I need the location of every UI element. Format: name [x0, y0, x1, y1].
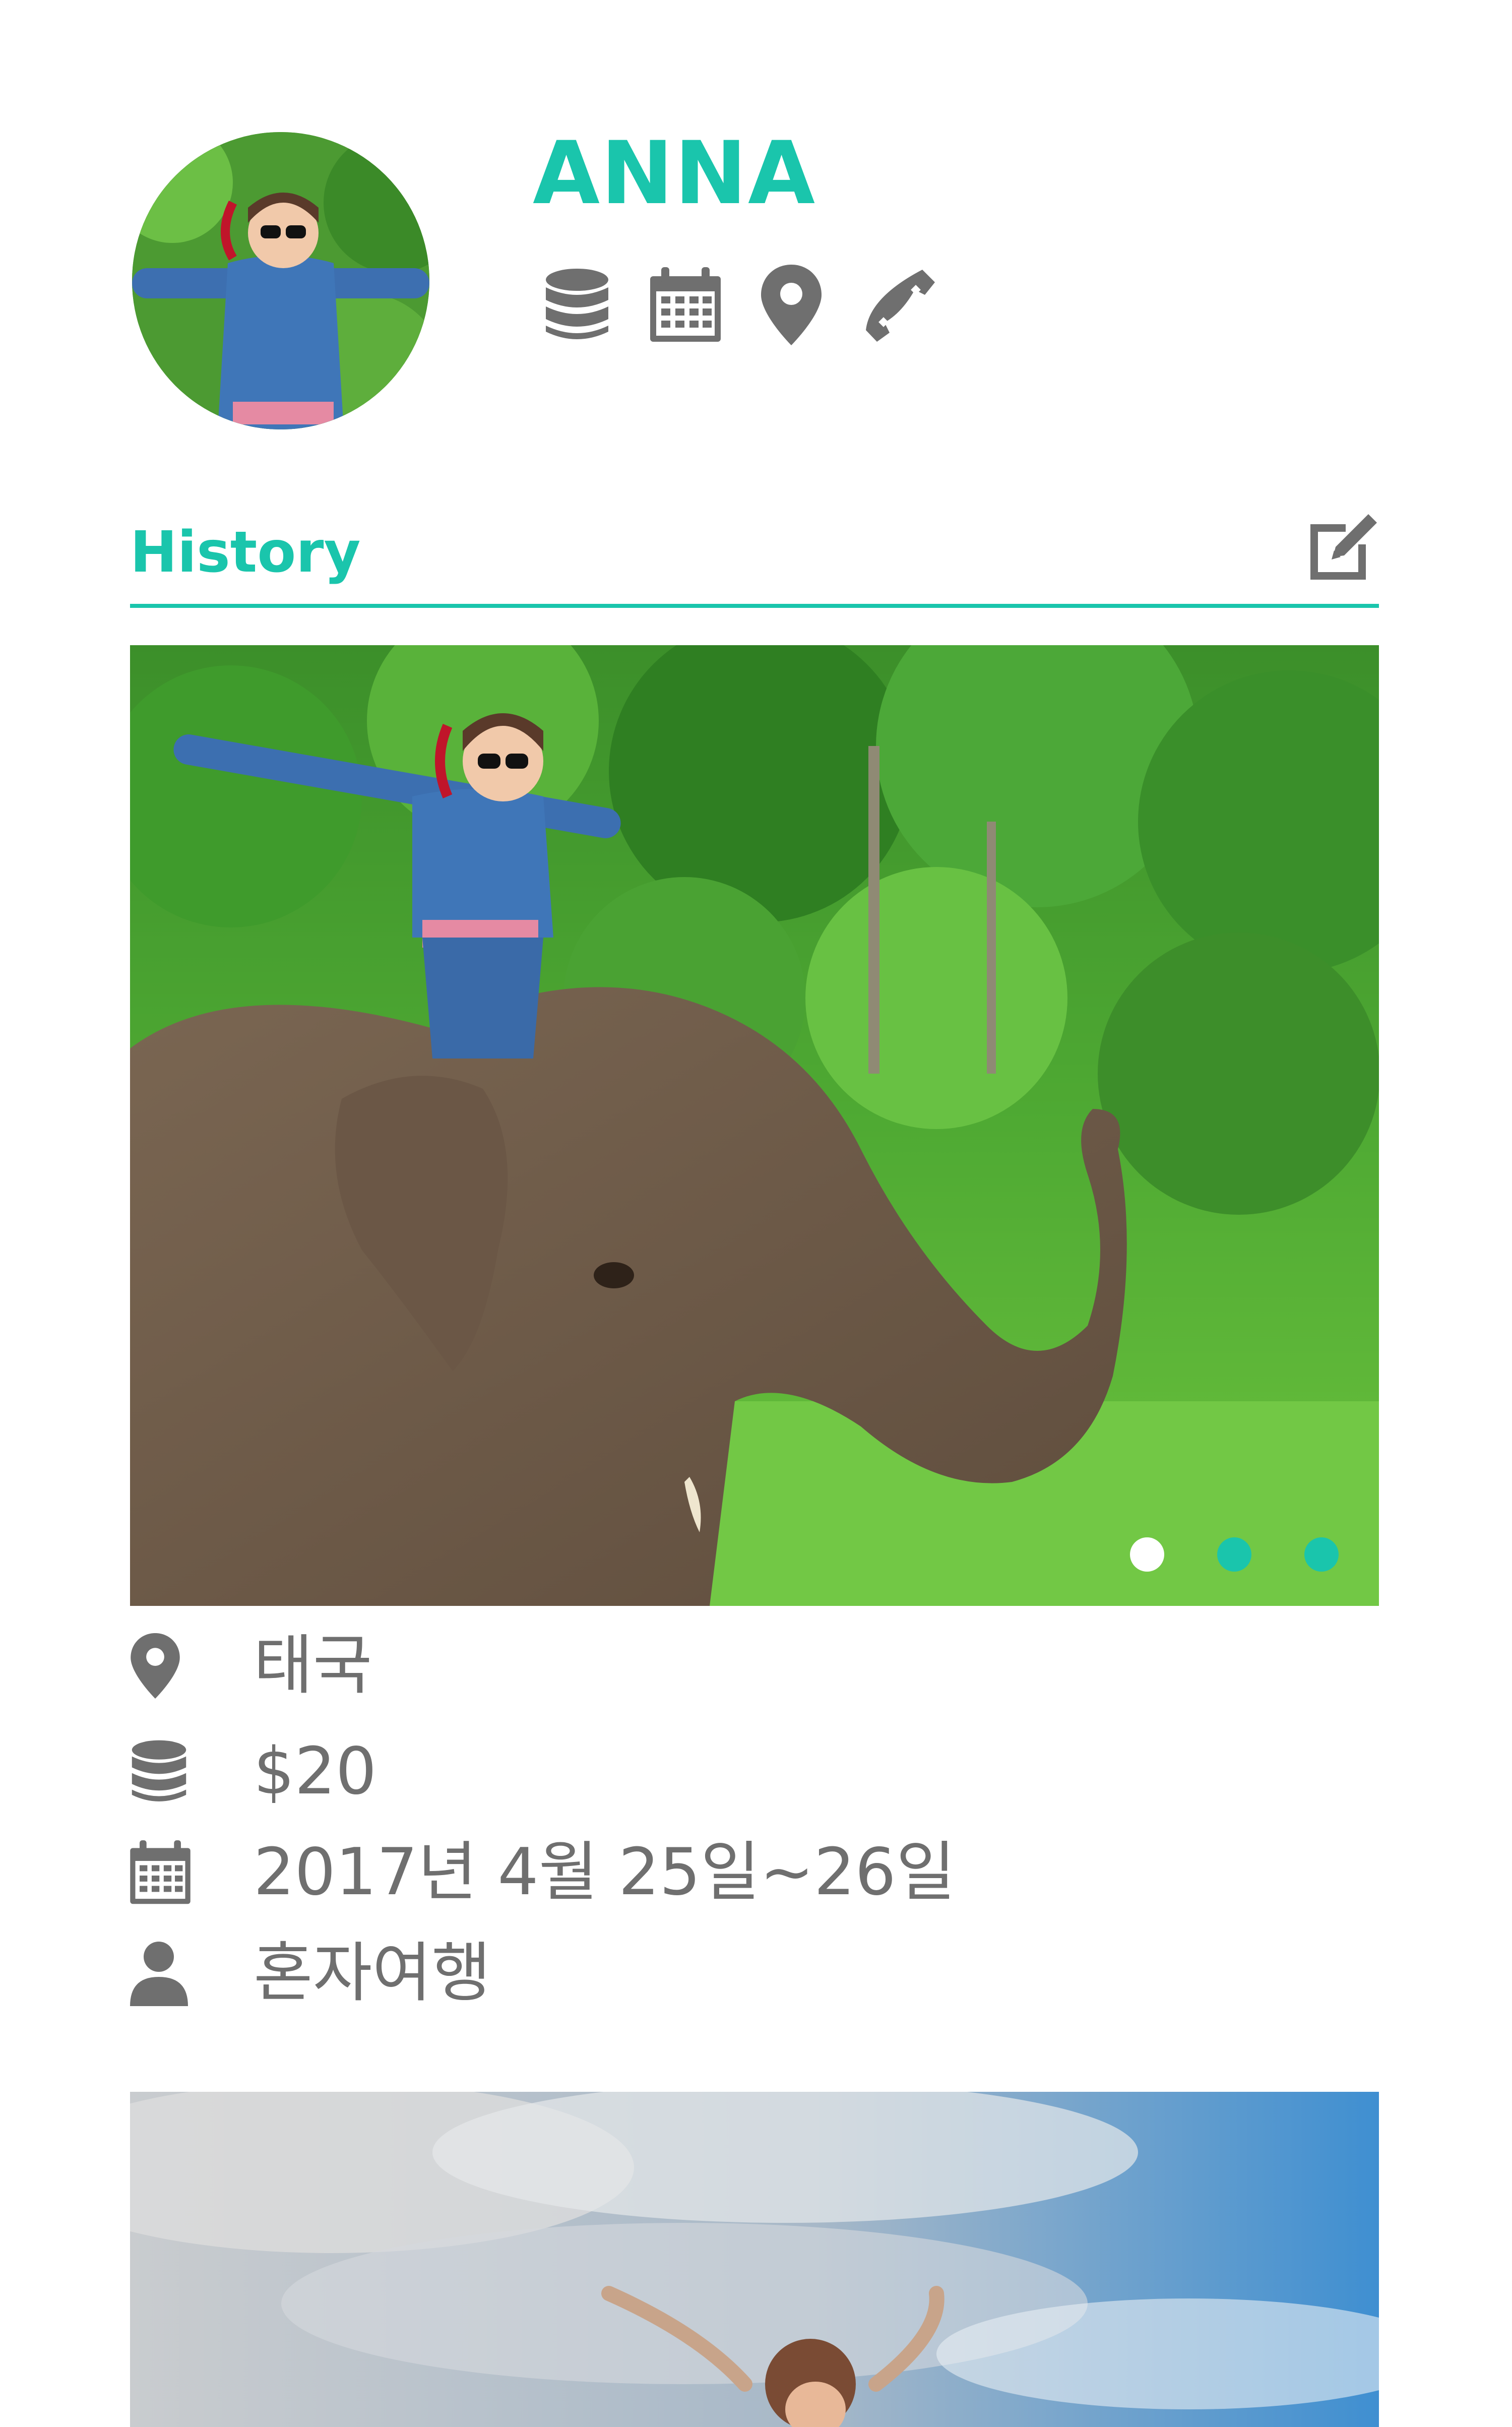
edit-icon: [1310, 514, 1377, 580]
elephant-ride-photo: [130, 645, 1379, 1606]
carousel-dot-2[interactable]: [1217, 1537, 1251, 1572]
history-photo-elephant[interactable]: [130, 645, 1379, 1606]
avatar-photo: [132, 132, 429, 429]
location-pin-icon: [130, 1633, 201, 1699]
person-icon: [130, 1941, 201, 2006]
history-divider: [130, 604, 1379, 608]
edit-button[interactable]: [1305, 509, 1381, 585]
detail-companions-text: 혼자여행: [254, 1936, 491, 2011]
history-photo-sky[interactable]: [130, 2092, 1379, 2427]
carousel-dot-1[interactable]: [1130, 1537, 1164, 1572]
calendar-icon[interactable]: [650, 267, 721, 343]
detail-companions: 혼자여행: [130, 1936, 491, 2011]
calendar-icon: [130, 1840, 201, 1905]
phone-icon[interactable]: [862, 267, 937, 343]
detail-date-text: 2017년 4월 25일~26일: [254, 1835, 956, 1910]
detail-date: 2017년 4월 25일~26일: [130, 1835, 956, 1910]
location-pin-icon[interactable]: [761, 265, 822, 345]
detail-location-text: 태국: [254, 1628, 372, 1703]
profile-actions: [544, 262, 937, 348]
profile-name: ANNA: [533, 122, 816, 224]
history-title: History: [130, 520, 361, 585]
carousel-dot-3[interactable]: [1304, 1537, 1339, 1572]
carousel-dots: [1130, 1537, 1339, 1572]
detail-location: 태국: [130, 1628, 372, 1704]
avatar[interactable]: [132, 132, 429, 429]
coins-icon[interactable]: [544, 267, 610, 343]
detail-cost-text: $20: [254, 1734, 377, 1809]
coins-icon: [130, 1739, 201, 1804]
detail-cost: $20: [130, 1734, 376, 1810]
sky-jump-photo: [130, 2092, 1379, 2427]
